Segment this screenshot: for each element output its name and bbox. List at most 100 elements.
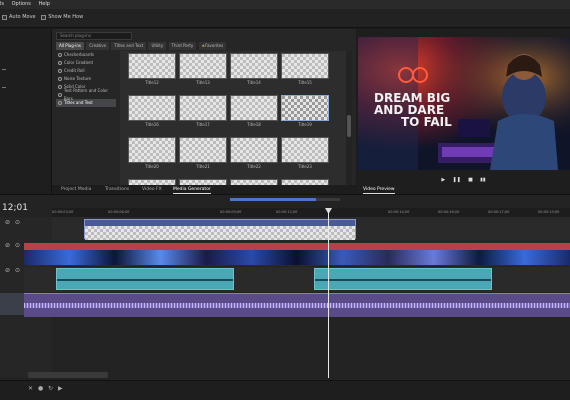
- radio-icon: [58, 85, 62, 89]
- panel-marker-icon: [2, 87, 6, 88]
- preset-label: Title14: [247, 80, 261, 85]
- list-item[interactable]: Color Gradient: [56, 59, 116, 67]
- preset-label: Title21: [196, 164, 210, 169]
- preset-thumbnail[interactable]: [281, 53, 329, 79]
- transport-controls: ▶ ❚❚ ■ ▮▮: [357, 173, 570, 185]
- waveform: [57, 279, 233, 281]
- video-clip-header[interactable]: [24, 243, 570, 250]
- tab-creative[interactable]: Creative: [86, 42, 110, 50]
- tab-video-preview[interactable]: Video Preview: [363, 185, 395, 194]
- play-icon[interactable]: ▶: [441, 177, 445, 183]
- auto-move-toggle[interactable]: Auto Move: [2, 14, 36, 20]
- search-input[interactable]: Search plug-ins: [56, 32, 132, 40]
- plugin-filter-tabs: All Plug-ins Creative Titles and Text Ut…: [56, 42, 227, 50]
- category-label: Color Gradient: [64, 60, 94, 65]
- tab-titles-and-text[interactable]: Titles and Text: [111, 42, 147, 50]
- menu-bar: ls Options Help: [0, 0, 570, 9]
- tab-project-media[interactable]: Project Media: [61, 185, 91, 194]
- media-area-tabs: Project Media Transitions Video FX Media…: [52, 185, 356, 194]
- ruler-label: 00:00:16;00: [438, 210, 460, 214]
- solo-icon[interactable]: ⊙: [15, 242, 20, 249]
- preset-thumbnail[interactable]: [128, 137, 176, 163]
- radio-icon: [58, 77, 62, 81]
- show-me-how-button[interactable]: Show Me How: [41, 14, 83, 20]
- menu-item-tools[interactable]: ls: [0, 1, 4, 7]
- category-label: Noise Texture: [64, 76, 92, 81]
- pause-icon[interactable]: ❚❚: [452, 177, 460, 183]
- preset-thumbnail[interactable]: [179, 137, 227, 163]
- mute-icon[interactable]: ⊘: [5, 242, 10, 249]
- menu-item-options[interactable]: Options: [12, 1, 31, 7]
- playhead[interactable]: [328, 210, 329, 378]
- tab-favorites[interactable]: ★Favorites: [198, 42, 227, 50]
- preset-thumbnail[interactable]: [230, 137, 278, 163]
- zoom-slider[interactable]: [230, 198, 340, 201]
- video-clip[interactable]: [24, 250, 570, 265]
- loop-icon[interactable]: ↻: [48, 385, 53, 392]
- list-item[interactable]: Test Pattern and Color Bars: [56, 88, 116, 101]
- mute-icon[interactable]: ⊘: [5, 219, 10, 226]
- preset-thumbnail-selected[interactable]: [281, 95, 329, 121]
- preset-label: Title16: [145, 122, 159, 127]
- title-clip[interactable]: [84, 219, 356, 240]
- tab-utility[interactable]: Utility: [148, 42, 167, 50]
- toolbar: Auto Move Show Me How: [0, 9, 570, 28]
- scrollbar-thumb[interactable]: [347, 115, 351, 137]
- tab-video-fx[interactable]: Video FX: [142, 185, 162, 194]
- clip-thumbnails: [85, 226, 355, 240]
- preset-thumbnail[interactable]: [128, 53, 176, 79]
- video-frame: DREAM BIG AND DARE TO FAIL: [358, 37, 570, 170]
- preset-label: Title17: [196, 122, 210, 127]
- audio-clip[interactable]: [56, 268, 234, 290]
- preset-label: Title12: [145, 80, 159, 85]
- radio-icon: [58, 101, 62, 105]
- preset-thumbnail[interactable]: [230, 53, 278, 79]
- list-item[interactable]: Credit Roll: [56, 67, 116, 75]
- stop-icon[interactable]: ■: [468, 177, 473, 183]
- preset-thumbnail[interactable]: [230, 95, 278, 121]
- tab-third-party[interactable]: Third Party: [168, 42, 197, 50]
- overlay-line: TO FAIL: [401, 115, 452, 129]
- preset-thumbnail[interactable]: [128, 95, 176, 121]
- solo-icon[interactable]: ⊙: [15, 219, 20, 226]
- preset-label: Title20: [145, 164, 159, 169]
- menu-item-help[interactable]: Help: [38, 1, 49, 7]
- music-clip[interactable]: [24, 293, 570, 317]
- preset-thumbnail[interactable]: [179, 53, 227, 79]
- solo-icon[interactable]: ⊙: [15, 267, 20, 274]
- preset-label: Title15: [298, 80, 312, 85]
- category-label: Titles and Text: [64, 100, 93, 105]
- tab-media-generator[interactable]: Media Generator: [173, 185, 211, 194]
- tab-transitions[interactable]: Transitions: [105, 185, 129, 194]
- checkbox-icon: [41, 14, 47, 20]
- horizontal-scrollbar[interactable]: [28, 372, 108, 378]
- time-ruler[interactable]: 00:00:03;00 00:00:06;00 00:00:09;00 00:0…: [52, 208, 570, 217]
- ruler-label: 00:00:14;00: [388, 210, 410, 214]
- ruler-label: 00:00:09;00: [220, 210, 242, 214]
- play-icon[interactable]: ▶: [58, 385, 63, 392]
- mute-icon[interactable]: ⊘: [5, 267, 10, 274]
- preset-thumbnail[interactable]: [179, 95, 227, 121]
- waveform: [24, 303, 570, 308]
- ruler-label: 00:00:03;00: [52, 210, 74, 214]
- category-list: Checkerboards Color Gradient Credit Roll…: [56, 51, 116, 187]
- preset-label: Title13: [196, 80, 210, 85]
- list-item[interactable]: Checkerboards: [56, 51, 116, 59]
- preset-label: Title18: [247, 122, 261, 127]
- show-me-how-label: Show Me How: [48, 14, 84, 20]
- radio-icon: [58, 69, 62, 73]
- selected-track-header[interactable]: [0, 293, 24, 315]
- close-icon[interactable]: ✕: [28, 385, 33, 392]
- panel-marker-icon: [2, 69, 6, 70]
- radio-icon: [58, 61, 62, 65]
- ruler-label: 00:00:06;00: [108, 210, 130, 214]
- list-item[interactable]: Noise Texture: [56, 75, 116, 83]
- preset-thumbnail[interactable]: [281, 137, 329, 163]
- ruler-label: 00:00:19;00: [538, 210, 560, 214]
- radio-icon: [58, 53, 62, 57]
- audio-clip[interactable]: [314, 268, 492, 290]
- tab-all-plugins[interactable]: All Plug-ins: [56, 42, 85, 50]
- category-label: Checkerboards: [64, 52, 94, 57]
- record-icon[interactable]: ●: [38, 385, 43, 392]
- frame-step-icon[interactable]: ▮▮: [480, 177, 486, 183]
